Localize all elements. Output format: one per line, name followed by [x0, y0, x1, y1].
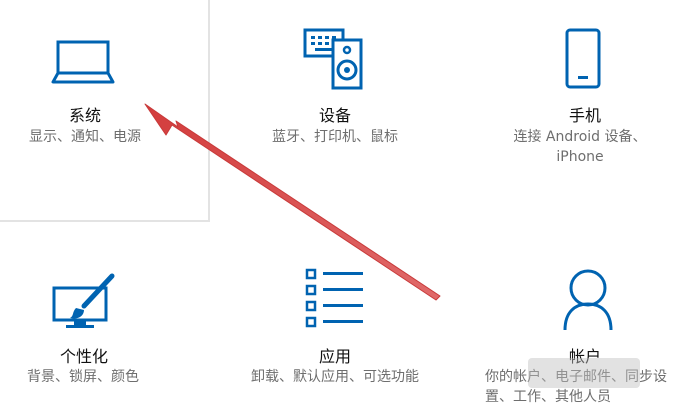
tile-apps[interactable]: 应用 卸载、默认应用、可选功能	[225, 250, 445, 419]
tile-description: 背景、锁屏、颜色	[27, 369, 139, 385]
tile-title: 应用	[318, 347, 351, 366]
tile-description: 连接 Android 设备、iPhone	[513, 129, 647, 165]
tile-description: 卸载、默认应用、可选功能	[251, 369, 419, 385]
personalization-icon	[52, 273, 116, 332]
watermark-overlay	[528, 358, 640, 388]
tile-devices[interactable]: 设备 蓝牙、打印机、鼠标	[225, 0, 445, 222]
tile-personalization[interactable]: 个性化 背景、锁屏、颜色	[0, 250, 210, 419]
account-icon	[562, 268, 614, 332]
tile-title: 个性化	[59, 347, 108, 366]
tile-phone[interactable]: 手机 连接 Android 设备、iPhone	[470, 0, 673, 222]
tile-title: 设备	[318, 106, 351, 125]
tile-title: 系统	[68, 106, 101, 125]
settings-home: 系统 显示、通知、电源 设备 蓝牙、打印机、鼠标 手机 连接 Android 设…	[0, 0, 673, 419]
laptop-icon	[51, 40, 115, 84]
tile-title: 手机	[568, 106, 601, 125]
tile-description: 蓝牙、打印机、鼠标	[272, 129, 398, 145]
apps-list-icon	[305, 268, 365, 332]
tile-system[interactable]: 系统 显示、通知、电源	[0, 0, 210, 222]
tile-description: 显示、通知、电源	[29, 129, 141, 145]
phone-icon	[565, 28, 603, 90]
tile-accounts[interactable]: 帐户 你的帐户、电子邮件、同步设置、工作、其他人员	[470, 250, 673, 419]
keyboard-speaker-icon	[303, 26, 365, 92]
